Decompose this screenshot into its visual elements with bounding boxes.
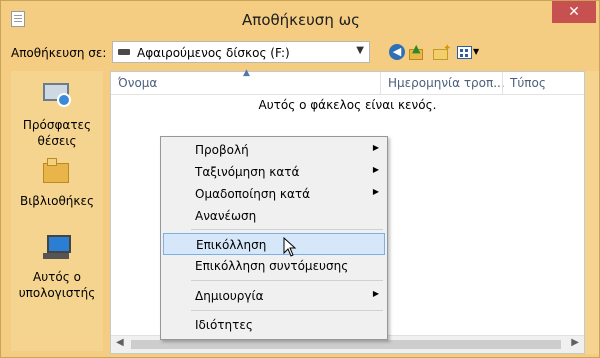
menu-separator xyxy=(191,280,383,281)
place-label: Βιβλιοθήκες xyxy=(19,194,94,208)
submenu-arrow-icon: ▶ xyxy=(372,143,379,152)
views-menu-button[interactable]: ▼ xyxy=(457,44,481,62)
empty-folder-message: Αυτός ο φάκελος είναι κενός. xyxy=(258,98,437,112)
scroll-right-icon[interactable]: ▶ xyxy=(571,337,579,348)
chevron-down-icon[interactable]: ▼ xyxy=(356,45,364,56)
column-name[interactable]: Όνομα xyxy=(118,76,157,90)
place-this-pc[interactable]: Αυτός ο υπολογιστής xyxy=(11,231,103,301)
sort-ascending-icon: ▲ xyxy=(243,68,250,78)
menu-item-label: Προβολή xyxy=(195,143,249,157)
column-divider[interactable] xyxy=(380,72,381,94)
menu-item-paste-shortcut[interactable]: Επικόλληση συντόμευσης xyxy=(163,255,385,277)
column-divider[interactable] xyxy=(502,72,503,94)
menu-item-new[interactable]: Δημιουργία ▶ xyxy=(163,285,385,307)
view-grid-icon xyxy=(457,46,472,59)
close-button[interactable]: ✕ xyxy=(552,1,596,23)
column-type[interactable]: Τύπος xyxy=(510,76,546,90)
mouse-pointer-icon xyxy=(283,237,297,257)
menu-item-label: Δημιουργία xyxy=(195,289,264,303)
menu-item-properties[interactable]: Ιδιότητες xyxy=(163,314,385,336)
places-bar: Πρόσφατες θέσεις Βιβλιοθήκες Αυτός ο υπο… xyxy=(11,71,103,351)
save-in-value: Αφαιρούμενος δίσκος (F:) xyxy=(137,46,290,60)
save-in-dropdown[interactable]: Αφαιρούμενος δίσκος (F:) ▼ xyxy=(112,41,370,63)
submenu-arrow-icon: ▶ xyxy=(372,289,379,298)
menu-item-group-by[interactable]: Ομαδοποίηση κατά ▶ xyxy=(163,183,385,205)
place-recent[interactable]: Πρόσφατες θέσεις xyxy=(11,79,103,149)
menu-item-paste[interactable]: Επικόλληση xyxy=(163,233,385,255)
recent-places-icon xyxy=(41,79,73,111)
submenu-arrow-icon: ▶ xyxy=(372,165,379,174)
save-as-dialog: Αποθήκευση ως ✕ Αποθήκευση σε: Αφαιρούμε… xyxy=(0,0,600,358)
menu-item-label: Ομαδοποίηση κατά xyxy=(195,187,311,201)
column-header-row: ▲ Όνομα Ημερομηνία τροπ... Τύπος xyxy=(111,68,584,95)
scroll-left-icon[interactable]: ◀ xyxy=(116,337,124,348)
right-frame-strip xyxy=(585,71,599,354)
toolbar: Αποθήκευση σε: Αφαιρούμενος δίσκος (F:) … xyxy=(1,37,600,71)
place-libraries[interactable]: Βιβλιοθήκες xyxy=(11,155,103,209)
this-pc-icon xyxy=(41,231,73,263)
window-title: Αποθήκευση ως xyxy=(242,11,360,29)
menu-item-sort-by[interactable]: Ταξινόμηση κατά ▶ xyxy=(163,161,385,183)
context-menu: Προβολή ▶ Ταξινόμηση κατά ▶ Ομαδοποίηση … xyxy=(160,136,388,340)
column-date-modified[interactable]: Ημερομηνία τροπ... xyxy=(388,76,505,90)
menu-separator xyxy=(191,310,383,311)
up-arrow-icon: ▲ xyxy=(412,42,421,55)
caret-down-icon: ▼ xyxy=(473,47,480,56)
sparkle-icon: ✦ xyxy=(443,43,452,54)
up-one-level-button[interactable]: ▲ xyxy=(409,42,427,62)
menu-item-label: Ανανέωση xyxy=(195,209,257,223)
menu-item-label: Ταξινόμηση κατά xyxy=(195,165,300,179)
removable-drive-icon xyxy=(118,49,130,55)
menu-item-label: Επικόλληση συντόμευσης xyxy=(195,259,349,273)
menu-item-view[interactable]: Προβολή ▶ xyxy=(163,139,385,161)
menu-item-label: Ιδιότητες xyxy=(195,318,253,332)
back-button[interactable]: ◀ xyxy=(389,44,407,62)
scroll-thumb[interactable] xyxy=(131,340,561,349)
title-bar[interactable]: Αποθήκευση ως ✕ xyxy=(1,1,600,37)
libraries-icon xyxy=(41,155,73,187)
new-folder-button[interactable]: ✦ xyxy=(433,43,452,62)
menu-item-label: Επικόλληση xyxy=(196,238,267,252)
submenu-arrow-icon: ▶ xyxy=(372,187,379,196)
place-label: Πρόσφατες θέσεις xyxy=(22,118,92,148)
place-label: Αυτός ο υπολογιστής xyxy=(18,270,96,300)
save-in-label: Αποθήκευση σε: xyxy=(11,46,107,60)
back-arrow-icon: ◀ xyxy=(389,44,405,60)
menu-separator xyxy=(191,229,383,230)
menu-item-refresh[interactable]: Ανανέωση xyxy=(163,205,385,227)
